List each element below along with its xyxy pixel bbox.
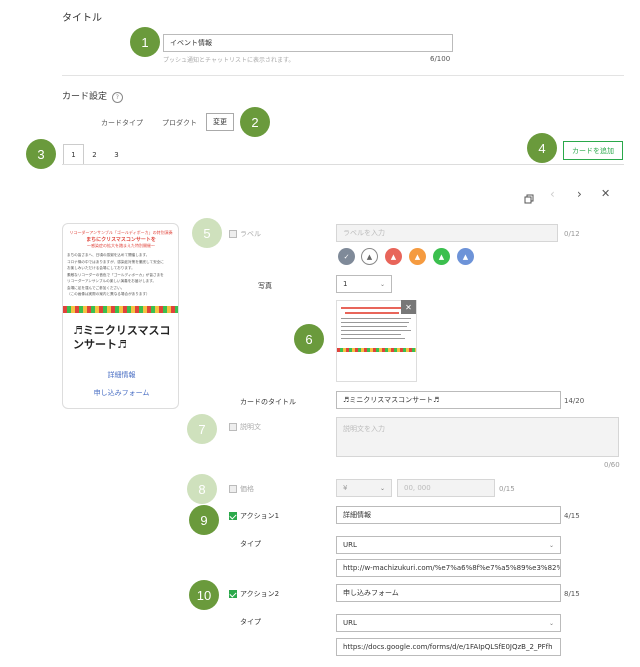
action-2-type-value: URL xyxy=(343,619,357,627)
step-badge-2: 2 xyxy=(240,107,270,137)
description-count: 0/60 xyxy=(604,461,620,469)
card-title-input[interactable]: ♬ミニクリスマスコンサート♬ xyxy=(336,391,561,409)
thumb-line xyxy=(341,326,407,327)
currency-select[interactable]: ¥ ⌄ xyxy=(336,479,392,497)
price-input[interactable]: 00, 000 xyxy=(397,479,495,497)
action-2-url-input[interactable]: https://docs.google.com/forms/d/e/1FAIpQ… xyxy=(336,638,561,656)
preview-banner-line: まちにクリスマスコンサートを xyxy=(86,237,156,243)
thumb-line xyxy=(345,312,399,314)
label-count: 0/12 xyxy=(564,230,580,238)
remove-photo-icon[interactable]: ✕ xyxy=(401,300,416,314)
copy-icon[interactable] xyxy=(524,189,534,204)
card-tab-3[interactable]: 3 xyxy=(106,144,127,165)
add-card-button[interactable]: カードを追加 xyxy=(563,141,623,160)
chevron-left-icon[interactable]: ‹ xyxy=(550,187,555,201)
step-badge-4: 4 xyxy=(527,133,557,163)
preview-action-2[interactable]: 申し込みフォーム xyxy=(63,388,178,398)
currency-value: ¥ xyxy=(343,484,348,492)
description-textarea[interactable]: 説明文を入力 xyxy=(336,417,619,457)
card-settings-heading: カード設定 ? xyxy=(62,89,123,103)
action-1-type-value: URL xyxy=(343,541,357,549)
price-label: 価格 xyxy=(240,485,254,493)
card-type-label: カードタイプ xyxy=(101,119,143,127)
action-2-input[interactable]: 申し込みフォーム xyxy=(336,584,561,602)
action-1-checkbox[interactable] xyxy=(229,512,237,520)
thumb-line xyxy=(341,330,411,331)
label-color-white[interactable]: ▲ xyxy=(361,248,378,265)
thumb-line xyxy=(341,307,403,309)
chevron-down-icon: ⌄ xyxy=(548,619,554,627)
label-input[interactable]: ラベルを入力 xyxy=(336,224,558,242)
action-1-url-input[interactable]: http://w-machizukuri.com/%e7%a6%8f%e7%a5… xyxy=(336,559,561,577)
label-color-red[interactable]: ▲ xyxy=(385,248,402,265)
action-2-checkbox[interactable] xyxy=(229,590,237,598)
thumb-line xyxy=(341,338,405,339)
divider xyxy=(62,75,624,76)
price-count: 0/15 xyxy=(499,485,515,493)
step-badge-7: 7 xyxy=(187,414,217,444)
label-field-label: ラベル xyxy=(240,230,261,238)
preview-banner: リコーダーアンサンブル「ゴールディポーカ」の特別演奏 まちにクリスマスコンサート… xyxy=(67,230,175,249)
preview-title: ♬ミニクリスマスコンサート♬ xyxy=(73,324,171,351)
title-heading: タイトル xyxy=(62,13,102,24)
close-icon[interactable]: ✕ xyxy=(601,187,610,200)
preview-body: まちの皆さまへ、日頃の感謝を込めて開催します。 コロナ禍の中ではありますが、感染… xyxy=(67,252,177,298)
action-1-type-select[interactable]: URL ⌄ xyxy=(336,536,561,554)
title-hint: プッシュ通知とチャットリストに表示されます。 xyxy=(163,57,295,64)
card-title-count: 14/20 xyxy=(564,397,585,405)
label-color-green[interactable]: ▲ xyxy=(433,248,450,265)
card-preview: リコーダーアンサンブル「ゴールディポーカ」の特別演奏 まちにクリスマスコンサート… xyxy=(62,223,179,409)
chevron-down-icon: ⌄ xyxy=(548,541,554,549)
thumb-garland xyxy=(337,348,416,352)
photo-label: 写真 xyxy=(258,282,272,290)
price-checkbox[interactable] xyxy=(229,485,237,493)
card-title-label: カードのタイトル xyxy=(240,398,296,406)
step-badge-8: 8 xyxy=(187,474,217,504)
card-tab-1[interactable]: 1 xyxy=(63,144,84,165)
step-badge-1: 1 xyxy=(130,27,160,57)
action-2-type-label: タイプ xyxy=(240,618,261,626)
chevron-right-icon[interactable]: › xyxy=(577,187,582,201)
preview-banner-line: 〜感染症の拡大を踏まえた特別開催〜 xyxy=(87,243,155,248)
card-tab-2[interactable]: 2 xyxy=(84,144,105,165)
label-color-gray[interactable]: ✓ xyxy=(338,248,355,265)
label-checkbox[interactable] xyxy=(229,230,237,238)
description-label: 説明文 xyxy=(240,423,261,431)
action-1-label: アクション1 xyxy=(240,512,280,520)
action-2-count: 8/15 xyxy=(564,590,580,598)
action-2-type-select[interactable]: URL ⌄ xyxy=(336,614,561,632)
step-badge-6: 6 xyxy=(294,324,324,354)
thumb-line xyxy=(341,318,411,319)
label-color-blue[interactable]: ▲ xyxy=(457,248,474,265)
label-color-orange[interactable]: ▲ xyxy=(409,248,426,265)
action-2-label: アクション2 xyxy=(240,590,280,598)
step-badge-3: 3 xyxy=(26,139,56,169)
photo-select[interactable]: 1 ⌄ xyxy=(336,275,392,293)
title-input[interactable]: イベント情報 xyxy=(163,34,453,52)
action-1-input[interactable]: 詳細情報 xyxy=(336,506,561,524)
action-1-count: 4/15 xyxy=(564,512,580,520)
tab-underline xyxy=(62,164,624,165)
thumb-line xyxy=(341,334,401,335)
step-badge-9: 9 xyxy=(189,505,219,535)
thumb-line xyxy=(341,322,409,323)
change-type-button[interactable]: 変更 xyxy=(206,113,234,131)
card-type-value: プロダクト xyxy=(162,119,197,127)
description-checkbox[interactable] xyxy=(229,423,237,431)
help-icon[interactable]: ? xyxy=(111,92,123,103)
action-1-type-label: タイプ xyxy=(240,540,261,548)
chevron-down-icon: ⌄ xyxy=(379,280,385,288)
chevron-down-icon: ⌄ xyxy=(379,484,385,492)
photo-select-value: 1 xyxy=(343,280,348,288)
preview-body-line: （この画像は実際の案内と異なる場合があります） xyxy=(67,292,150,296)
preview-action-1[interactable]: 詳細情報 xyxy=(63,370,178,380)
title-count: 6/100 xyxy=(430,55,451,63)
decorative-garland xyxy=(63,306,178,313)
step-badge-5: 5 xyxy=(192,218,222,248)
step-badge-10: 10 xyxy=(189,580,219,610)
